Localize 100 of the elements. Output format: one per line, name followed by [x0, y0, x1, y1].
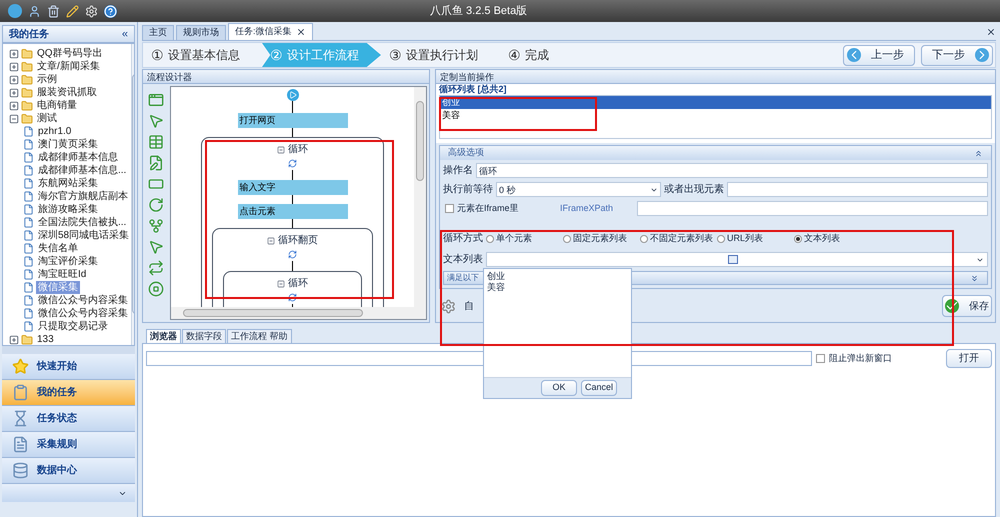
- tree-item[interactable]: 澳门黄页采集: [36, 138, 100, 151]
- expand-icon[interactable]: [9, 88, 19, 98]
- tree-item[interactable]: 深圳58同城电话采集: [36, 229, 132, 242]
- collapse-icon[interactable]: [277, 146, 285, 154]
- radio-button[interactable]: [563, 234, 571, 242]
- settings-icon[interactable]: [85, 4, 98, 18]
- loop-container[interactable]: 循环: [223, 271, 362, 307]
- form-edit-icon[interactable]: [148, 155, 164, 171]
- save-button[interactable]: 保存: [942, 295, 992, 317]
- start-icon: [286, 89, 298, 101]
- radio-button[interactable]: [794, 234, 802, 242]
- name-field[interactable]: 循环: [476, 163, 988, 178]
- checkbox-label: 阻止弹出新窗口: [829, 352, 892, 365]
- nav-button[interactable]: 数据中心: [2, 458, 135, 484]
- loop-container[interactable]: 循环 输入文字 点击元素 循环翻页 循环: [201, 137, 384, 307]
- expand-icon[interactable]: [970, 274, 979, 282]
- action-node[interactable]: 点击元素: [238, 204, 348, 219]
- text-area[interactable]: 创业 美容: [484, 269, 631, 378]
- action-node[interactable]: 打开网页: [238, 113, 348, 128]
- tree-item[interactable]: 全国法院失信被执...: [36, 216, 128, 229]
- collapse-icon[interactable]: [9, 114, 19, 124]
- radio-button[interactable]: [717, 234, 725, 242]
- radio-button[interactable]: [640, 234, 648, 242]
- text-list-dropdown[interactable]: [486, 252, 988, 267]
- close-icon[interactable]: [296, 27, 306, 37]
- collapse-icon[interactable]: [277, 280, 285, 288]
- pointer-icon[interactable]: [148, 239, 164, 255]
- stop-icon[interactable]: [148, 281, 164, 297]
- nav-button[interactable]: 快速开始: [2, 354, 135, 380]
- table-icon[interactable]: [148, 134, 164, 150]
- scrollbar[interactable]: [414, 87, 426, 307]
- sidebar-title: 我的任务: [9, 28, 49, 42]
- user-icon[interactable]: [28, 4, 41, 18]
- wizard-step[interactable]: ① 设置基本信息: [143, 43, 262, 67]
- xpath-field[interactable]: [637, 201, 988, 216]
- popup-checkbox[interactable]: [816, 354, 825, 363]
- expand-icon[interactable]: [9, 100, 19, 110]
- tree-item[interactable]: 成都律师基本信息: [36, 151, 120, 164]
- checkbox-label: 元素在Iframe里: [457, 202, 520, 215]
- bottom-tab[interactable]: 数据字段: [182, 329, 226, 343]
- tree-item[interactable]: 淘宝评价采集: [36, 255, 100, 268]
- next-button[interactable]: 下一步: [921, 44, 993, 66]
- tree-item[interactable]: 示例: [35, 73, 59, 86]
- document-tab[interactable]: 任务:微信采集: [228, 23, 313, 40]
- tree-item[interactable]: 服装资讯抓取: [35, 86, 99, 99]
- document-tab[interactable]: 规则市场: [176, 25, 226, 40]
- help-icon[interactable]: [104, 4, 117, 18]
- chevron-icon[interactable]: [118, 489, 127, 498]
- cancel-button[interactable]: Cancel: [581, 380, 617, 396]
- expand-icon[interactable]: [9, 74, 19, 84]
- tree-item[interactable]: pzhr1.0: [36, 125, 74, 138]
- bottom-tab[interactable]: 浏览器: [146, 329, 181, 343]
- window-add-icon[interactable]: [148, 92, 164, 108]
- radio-button[interactable]: [486, 234, 494, 242]
- repeat-icon[interactable]: [148, 260, 164, 276]
- expand-icon[interactable]: [9, 62, 19, 72]
- tree-item[interactable]: 测试: [35, 112, 59, 125]
- ok-button[interactable]: OK: [541, 380, 577, 396]
- section-header[interactable]: 高级选项: [440, 146, 991, 160]
- nav-button[interactable]: 任务状态: [2, 406, 135, 432]
- branch-icon[interactable]: [148, 218, 164, 234]
- tree-item[interactable]: 微信公众号内容采集: [36, 307, 130, 320]
- tree-item[interactable]: 淘宝旺旺Id: [36, 268, 88, 281]
- tree-item[interactable]: 只提取交易记录: [36, 320, 110, 333]
- scrollbar[interactable]: [171, 307, 426, 319]
- loop-container[interactable]: 循环翻页 循环: [212, 228, 373, 307]
- pointer-icon[interactable]: [148, 113, 164, 129]
- close-icon[interactable]: [986, 27, 996, 37]
- pencil-icon[interactable]: [66, 4, 79, 18]
- wizard-step[interactable]: ④ 完成: [500, 43, 571, 67]
- tree-item[interactable]: 失信名单: [36, 242, 80, 255]
- tree-item[interactable]: 海尔官方旗舰店副本: [36, 190, 130, 203]
- tree-item[interactable]: 133: [35, 333, 56, 345]
- loop-arrow-icon[interactable]: [148, 197, 164, 213]
- wizard-step[interactable]: ③ 设置执行计划: [381, 43, 500, 67]
- tree-item[interactable]: 微信公众号内容采集: [36, 294, 130, 307]
- tree-item[interactable]: 旅游攻略采集: [36, 203, 100, 216]
- tree-item[interactable]: 电商销量: [35, 99, 79, 112]
- expand-icon[interactable]: [9, 48, 19, 58]
- collapse-button[interactable]: «: [122, 26, 128, 42]
- collapse-icon[interactable]: [974, 148, 983, 158]
- nav-button[interactable]: 我的任务: [2, 380, 135, 406]
- trash-icon[interactable]: [47, 4, 60, 18]
- element-field[interactable]: [727, 182, 988, 197]
- tree-item[interactable]: 东航网站采集: [36, 177, 100, 190]
- list-item[interactable]: 美容: [440, 109, 991, 122]
- custom-button[interactable]: 自: [439, 296, 476, 316]
- nav-button[interactable]: 采集规则: [2, 432, 135, 458]
- back-button[interactable]: 上一步: [843, 44, 915, 66]
- document-tab[interactable]: 主页: [142, 25, 174, 40]
- tree-item[interactable]: 成都律师基本信息...: [36, 164, 128, 177]
- tree-item[interactable]: QQ群号码导出: [35, 47, 105, 60]
- wait-dropdown[interactable]: 0 秒: [496, 182, 661, 197]
- action-node[interactable]: 输入文字: [238, 180, 348, 195]
- expand-icon[interactable]: [9, 334, 19, 344]
- collapse-icon[interactable]: [267, 236, 275, 244]
- open-button[interactable]: 打开: [946, 349, 992, 368]
- iframe-checkbox[interactable]: [445, 204, 454, 213]
- tree-item[interactable]: 文章/新闻采集: [35, 60, 102, 73]
- bottom-tab[interactable]: 工作流程 帮助: [227, 329, 292, 343]
